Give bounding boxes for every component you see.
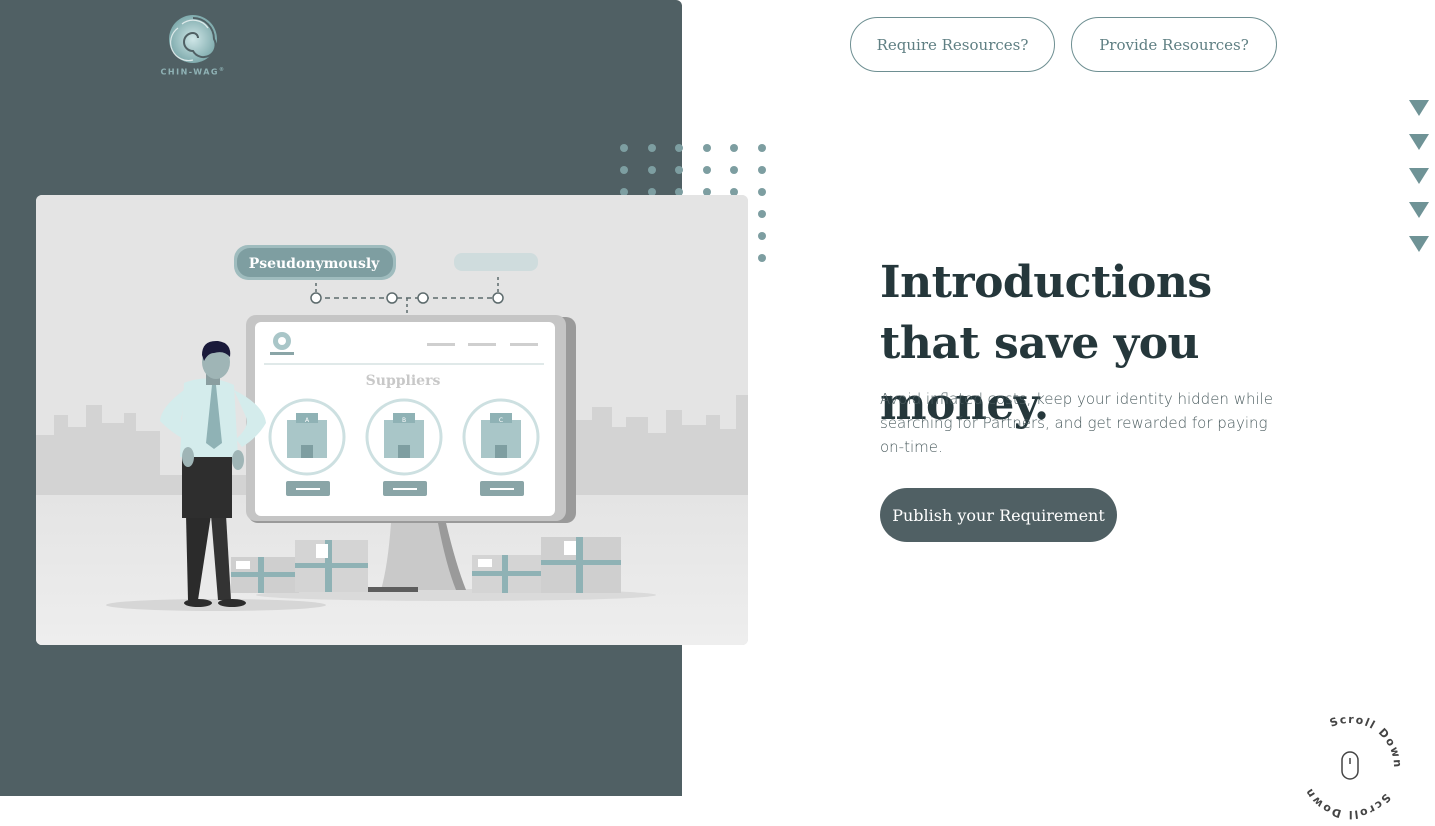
triangle-down-icon[interactable] (1409, 100, 1429, 116)
decorative-dot (675, 166, 683, 174)
scroll-down-label-repeat: Scroll Down (1302, 785, 1392, 821)
supplier-cards: A B C (268, 398, 540, 496)
provide-resources-button[interactable]: Provide Resources? (1071, 17, 1277, 72)
require-resources-button[interactable]: Require Resources? (850, 17, 1055, 72)
pseudonymously-tag: Pseudonymously (249, 256, 380, 272)
decorative-dot (757, 188, 766, 196)
triangle-down-icon[interactable] (1409, 202, 1429, 218)
decorative-dot (757, 232, 766, 240)
logo-icon (169, 15, 217, 63)
suppliers-heading: Suppliers (366, 373, 441, 389)
decorative-dot (675, 144, 683, 152)
decorative-dot (647, 166, 656, 174)
decorative-dot (730, 166, 738, 174)
svg-text:B: B (402, 417, 406, 424)
triangle-down-icon[interactable] (1409, 236, 1429, 252)
svg-text:C: C (499, 417, 503, 424)
decorative-dot (702, 144, 711, 152)
hero-subtitle: Avoid inflated costs, keep your identity… (880, 390, 1274, 456)
side-nav-arrows[interactable] (1409, 100, 1433, 270)
scroll-down-label: Scroll Down (1328, 713, 1403, 769)
mouse-icon (1341, 751, 1359, 780)
triangle-down-icon[interactable] (1409, 168, 1429, 184)
publish-requirement-button[interactable]: Publish your Requirement (880, 488, 1117, 542)
decorative-dot (702, 166, 711, 174)
hero-illustration: Pseudonymously Suppliers A B C (36, 195, 748, 645)
triangle-down-icon[interactable] (1409, 134, 1429, 150)
decorative-dot (757, 144, 766, 152)
scroll-down-indicator[interactable]: Scroll Down Scroll Down (1295, 712, 1405, 822)
brand-logo[interactable]: CHIN-WAG® (160, 14, 226, 80)
decorative-dot (730, 144, 738, 152)
logo-wordmark: CHIN-WAG® (160, 67, 226, 77)
scroll-down-svg: Scroll Down Scroll Down (1302, 713, 1404, 821)
decorative-dot (757, 254, 766, 262)
decorative-dot (647, 144, 656, 152)
decorative-dot (757, 166, 766, 174)
decorative-dot (620, 166, 628, 174)
svg-text:Scroll Down: Scroll Down (1302, 785, 1393, 821)
illustration-svg: Pseudonymously Suppliers A B C (36, 195, 748, 645)
svg-text:Scroll Down: Scroll Down (1328, 713, 1404, 769)
decorative-dot (620, 144, 628, 152)
decorative-dot (757, 210, 766, 218)
